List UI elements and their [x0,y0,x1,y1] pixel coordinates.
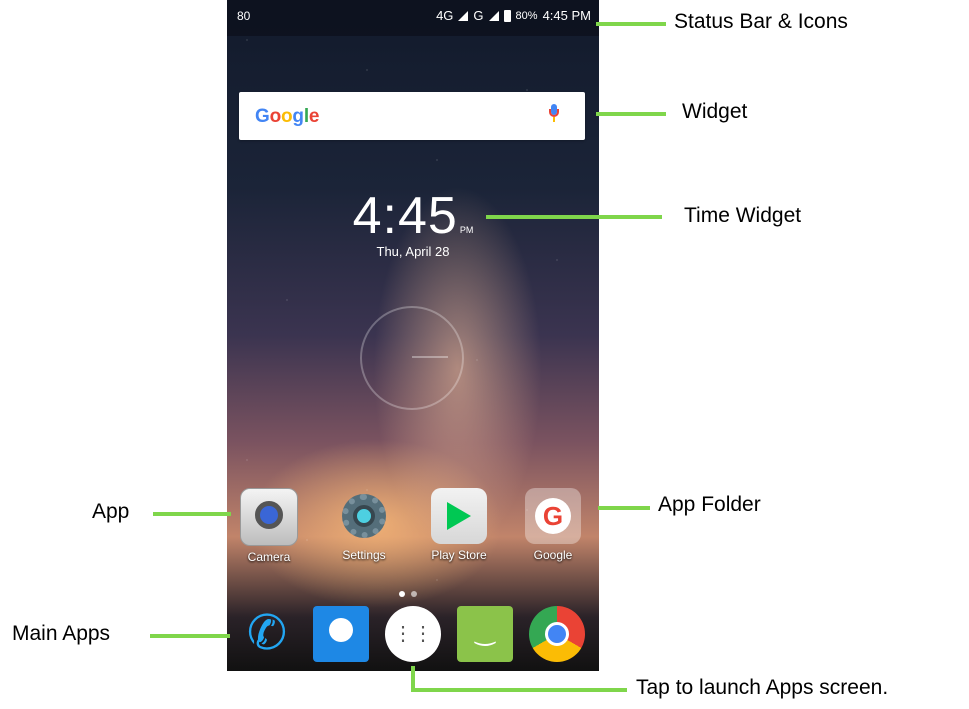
google-search-widget[interactable]: Google [239,92,585,140]
callout-line-launcher [411,688,627,692]
callout-app: App [92,500,130,523]
dock: ✆ [227,600,599,670]
app-settings[interactable]: Settings [325,488,403,562]
callout-launcher: Tap to launch Apps screen. [636,676,889,699]
camera-icon [240,488,298,546]
status-indicator: 80 [237,9,251,23]
callout-line-widget [596,112,666,116]
phone-screen: 80 4G G 80% 4:45 PM Google 4:45 PM Thu, A… [227,0,599,671]
callout-line-main-apps [150,634,230,638]
gear-hub [353,505,375,527]
play-triangle [447,502,471,530]
app-folder-google[interactable]: G Google [514,488,592,562]
page-dot-active [399,591,405,597]
clock-date: Thu, April 28 [376,244,450,259]
callout-line-status [596,22,666,26]
gear-icon [336,488,392,544]
callout-line-time [486,215,662,219]
app-label: Play Store [431,548,487,562]
battery-percent: 80% [515,9,538,22]
clock-time: 4:45 [352,187,458,245]
google-folder-icon: G [525,488,581,544]
callout-app-folder: App Folder [658,493,761,516]
phone-icon[interactable]: ✆ [239,606,295,662]
app-label: Camera [247,550,291,564]
app-camera[interactable]: Camera [230,488,308,564]
app-label: Settings [342,548,386,562]
google-logo: Google [255,106,320,127]
mic-arc [549,109,559,117]
callout-widget: Widget [682,100,748,123]
google-constellation-icon [360,306,464,410]
status-icons: 4G G 80% 4:45 PM [436,8,591,23]
signal-icon [458,10,469,21]
network-label-2: G [473,8,484,23]
callout-line-folder [598,506,650,510]
camera-lens [255,501,283,529]
callout-status: Status Bar & Icons [674,10,848,33]
app-play-store[interactable]: Play Store [420,488,498,562]
callout-main-apps: Main Apps [12,622,111,645]
callout-time-widget: Time Widget [684,204,802,227]
play-store-icon [431,488,487,544]
mic-stem [553,117,555,122]
signal-icon-2 [488,10,499,21]
clock-ampm: PM [459,225,474,235]
chrome-icon[interactable] [529,606,585,662]
status-time: 4:45 PM [542,8,591,23]
network-label: 4G [436,8,454,23]
app-label: Google [533,548,573,562]
contacts-icon[interactable] [313,606,369,662]
google-g-icon: G [535,498,571,534]
messaging-icon[interactable] [457,606,513,662]
callout-line-app [153,512,231,516]
app-launcher-icon[interactable] [385,606,441,662]
page-dot [411,591,417,597]
status-bar: 80 4G G 80% 4:45 PM [227,0,599,36]
microphone-icon[interactable] [549,104,559,122]
battery-icon [503,9,511,22]
